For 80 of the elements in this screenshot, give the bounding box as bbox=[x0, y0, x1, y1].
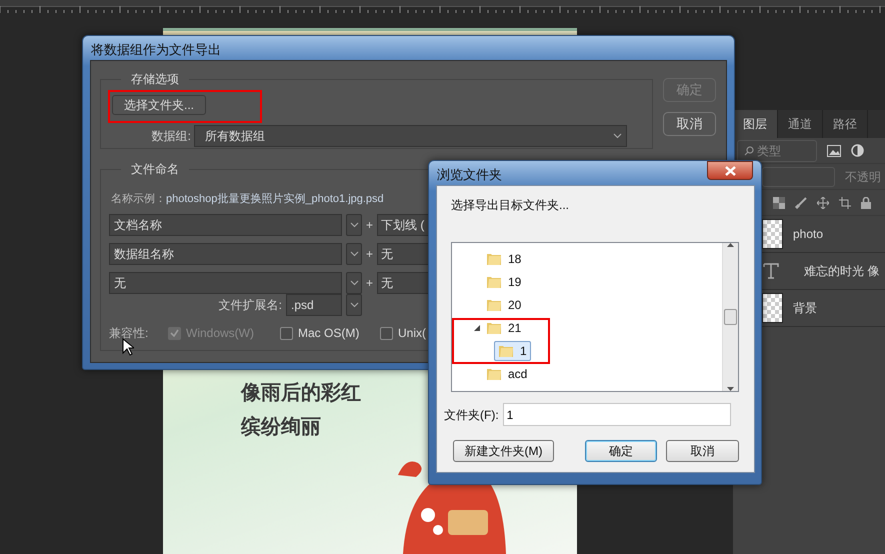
chevron-down-icon bbox=[350, 302, 358, 308]
plus-sign: + bbox=[366, 218, 373, 232]
crop-icon[interactable] bbox=[839, 196, 851, 208]
canvas-text: 缤纷绚丽 bbox=[241, 414, 322, 440]
scroll-down-icon[interactable] bbox=[727, 387, 734, 391]
layer-name: photo bbox=[793, 226, 824, 243]
lock-icon[interactable] bbox=[861, 196, 871, 208]
scrollbar-thumb[interactable] bbox=[724, 309, 737, 325]
panel-tab[interactable]: 通道 bbox=[778, 110, 823, 138]
dropdown-toggle-button[interactable] bbox=[346, 272, 362, 294]
folder-item[interactable]: 18 bbox=[482, 248, 526, 268]
plus-sign: + bbox=[366, 247, 373, 261]
plus-sign: + bbox=[366, 276, 373, 290]
name-part-field[interactable]: 无 bbox=[109, 272, 342, 294]
data-set-dropdown[interactable]: 所有数据组 bbox=[194, 125, 627, 147]
close-button[interactable] bbox=[707, 161, 753, 180]
brush-icon[interactable] bbox=[795, 196, 807, 208]
scrollbar[interactable] bbox=[722, 243, 738, 391]
group-title: 文件命名 bbox=[121, 161, 189, 177]
chevron-down-icon bbox=[350, 251, 358, 257]
expanded-arrow-icon[interactable] bbox=[474, 324, 480, 330]
dropdown-toggle-button[interactable] bbox=[346, 294, 362, 316]
move-icon[interactable] bbox=[817, 196, 829, 208]
name-part-field[interactable]: 文档名称 bbox=[109, 214, 342, 236]
layer-thumbnail bbox=[762, 219, 783, 249]
extension-label: 文件扩展名: bbox=[218, 298, 282, 312]
close-icon bbox=[724, 166, 736, 176]
folder-label: 文件夹(F): bbox=[444, 406, 499, 424]
filter-value: 类型 bbox=[757, 142, 781, 160]
prompt-text: 选择导出目标文件夹... bbox=[451, 197, 570, 214]
folder-icon bbox=[486, 274, 502, 289]
group-title: 存储选项 bbox=[121, 71, 189, 87]
layer-name: 背景 bbox=[793, 300, 817, 317]
extension-field[interactable]: .psd bbox=[286, 294, 342, 316]
image-filter-icon[interactable] bbox=[827, 144, 841, 156]
chevron-down-icon bbox=[350, 222, 358, 228]
checkmark-icon bbox=[170, 329, 179, 337]
dropdown-toggle-button[interactable] bbox=[346, 243, 362, 265]
folder-icon bbox=[486, 366, 502, 381]
panel-tab[interactable]: 图层 bbox=[733, 110, 778, 138]
adjustment-filter-icon[interactable] bbox=[851, 144, 864, 157]
name-part-field[interactable]: 数据组名称 bbox=[109, 243, 342, 265]
search-icon bbox=[744, 146, 754, 156]
example-value: photoshop批量更换照片实例_photo1.jpg.psd bbox=[166, 192, 384, 206]
folder-item[interactable]: acd bbox=[482, 364, 532, 384]
dialog-title: 将数据组作为文件导出 bbox=[91, 41, 221, 56]
folder-icon bbox=[498, 343, 514, 358]
cursor-icon bbox=[122, 338, 134, 356]
opacity-label: 不透明 bbox=[845, 168, 881, 186]
layer-name: 难忘的时光 像 bbox=[804, 263, 880, 280]
folder-item[interactable]: 20 bbox=[482, 294, 526, 314]
checkerboard-icon[interactable] bbox=[773, 196, 785, 208]
example-label: 名称示例： bbox=[111, 192, 166, 206]
scroll-up-icon[interactable] bbox=[727, 243, 734, 247]
checkbox[interactable] bbox=[280, 326, 293, 340]
layer-thumbnail bbox=[762, 293, 783, 323]
chevron-down-icon bbox=[613, 133, 622, 139]
checkbox[interactable] bbox=[380, 326, 393, 340]
data-set-value: 所有数据组 bbox=[205, 128, 265, 145]
data-set-label: 数据组: bbox=[150, 129, 191, 143]
checkbox-label: Mac OS(M) bbox=[298, 326, 360, 340]
folder-item[interactable]: 1 bbox=[494, 340, 531, 360]
compatibility-label: 兼容性: bbox=[109, 326, 148, 340]
dialog-button[interactable]: 新建文件夹(M) bbox=[453, 440, 554, 462]
dropdown-toggle-button[interactable] bbox=[346, 214, 362, 236]
checkbox-label: Unix( bbox=[398, 326, 426, 340]
dialog-button[interactable]: 确定 bbox=[585, 440, 657, 462]
folder-field[interactable]: 1 bbox=[502, 403, 731, 426]
dialog-button[interactable]: 取消 bbox=[666, 440, 739, 462]
folder-item[interactable]: 19 bbox=[482, 272, 526, 292]
dialog-button[interactable]: 取消 bbox=[663, 112, 716, 136]
text-layer-icon bbox=[762, 262, 780, 280]
canvas-text: 像雨后的彩红 bbox=[241, 381, 361, 406]
choose-folder-button[interactable]: 选择文件夹... bbox=[112, 95, 206, 115]
dialog-title: 浏览文件夹 bbox=[437, 166, 502, 181]
folder-icon bbox=[486, 251, 502, 266]
folder-icon bbox=[486, 320, 502, 335]
panel-tab[interactable]: 路径 bbox=[823, 110, 868, 138]
folder-icon bbox=[486, 297, 502, 312]
chevron-down-icon bbox=[350, 280, 358, 286]
